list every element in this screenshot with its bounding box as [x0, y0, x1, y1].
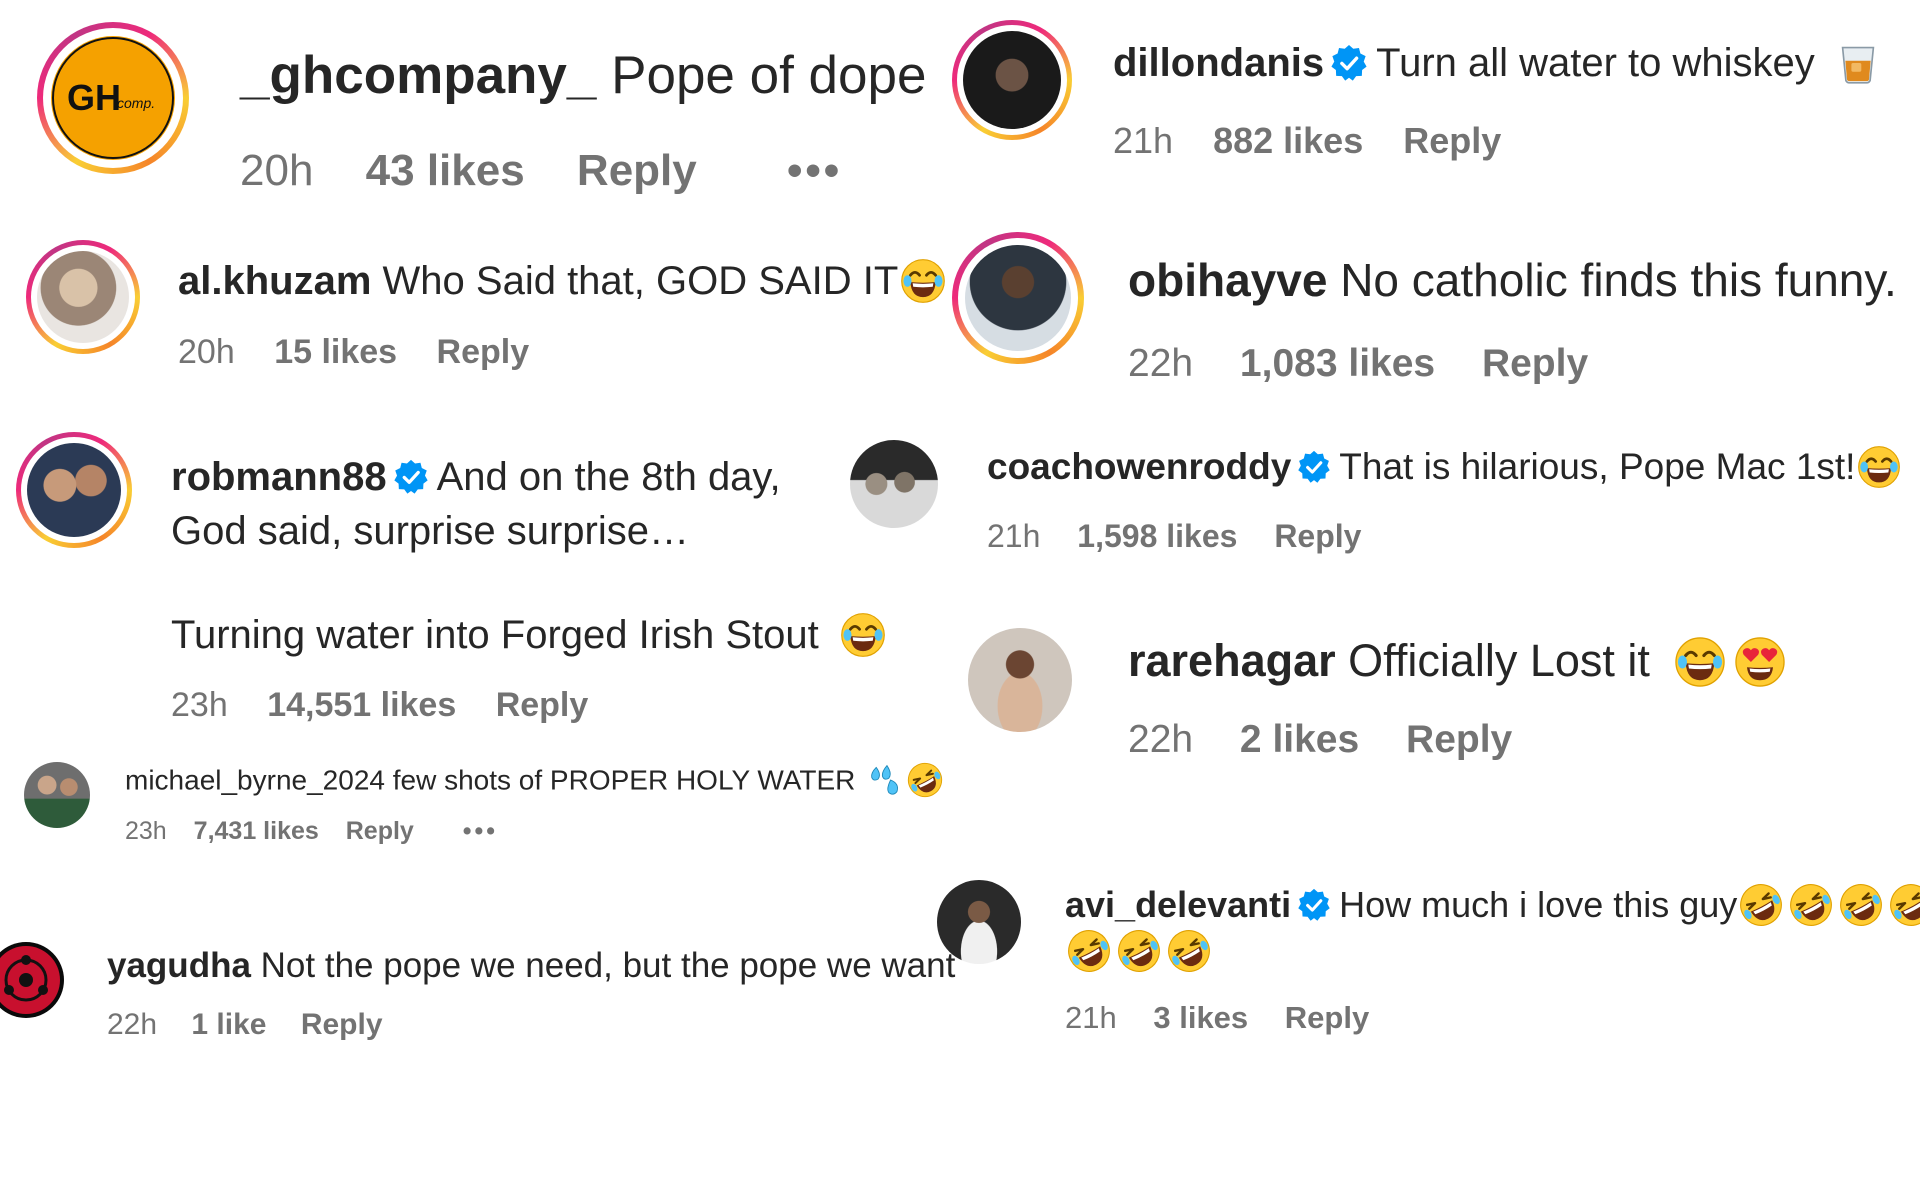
- timestamp: 21h: [1065, 1000, 1117, 1035]
- likes-count[interactable]: 2 likes: [1240, 718, 1359, 762]
- more-options-icon[interactable]: •••: [787, 146, 842, 196]
- username[interactable]: obihayve: [1128, 254, 1327, 306]
- username[interactable]: robmann88: [171, 455, 387, 499]
- avatar[interactable]: [952, 232, 1084, 364]
- reply-button[interactable]: Reply: [1482, 342, 1588, 386]
- reply-button[interactable]: Reply: [437, 333, 530, 372]
- likes-count[interactable]: 43 likes: [366, 146, 525, 196]
- avatar[interactable]: GH comp.: [37, 22, 189, 174]
- whiskey-glass-icon: [1836, 41, 1880, 85]
- comment-text-line-1: And on the 8th day,: [436, 455, 781, 499]
- ghcompany-logo: GH comp.: [52, 37, 174, 159]
- avatar[interactable]: [26, 240, 140, 354]
- likes-count[interactable]: 882 likes: [1213, 120, 1363, 162]
- likes-count[interactable]: 1,083 likes: [1240, 342, 1435, 386]
- timestamp: 23h: [125, 817, 167, 845]
- timestamp: 21h: [987, 518, 1041, 554]
- reply-button[interactable]: Reply: [1274, 518, 1361, 555]
- rofl-emoji-icon: [1067, 929, 1111, 973]
- more-options-icon[interactable]: •••: [463, 817, 498, 846]
- likes-count[interactable]: 7,431 likes: [194, 817, 319, 846]
- rofl-emoji-icon: [1739, 883, 1783, 927]
- comment-text: How much i love this guy: [1339, 884, 1738, 925]
- timestamp: 21h: [1113, 120, 1174, 161]
- timestamp: 22h: [107, 1008, 158, 1041]
- username[interactable]: coachowenroddy: [987, 446, 1291, 487]
- timestamp: 22h: [1128, 718, 1194, 761]
- comment-text: Pope of dope: [611, 46, 927, 105]
- timestamp: 20h: [240, 146, 314, 195]
- svg-text:GH: GH: [67, 77, 121, 118]
- username[interactable]: al.khuzam: [178, 259, 371, 303]
- rofl-emoji-icon: [1167, 929, 1211, 973]
- svg-text:comp.: comp.: [117, 95, 155, 111]
- username[interactable]: michael_byrne_2024: [125, 764, 385, 795]
- emoji-line: [1065, 930, 1211, 975]
- likes-count[interactable]: 1 like: [191, 1008, 266, 1042]
- likes-count[interactable]: 14,551 likes: [267, 686, 456, 725]
- verified-badge-icon: [1297, 888, 1331, 922]
- comment-text: Who Said that, GOD SAID IT: [382, 259, 899, 303]
- avatar[interactable]: [24, 762, 90, 828]
- avatar[interactable]: [0, 942, 64, 1018]
- username[interactable]: rarehagar: [1128, 635, 1336, 686]
- verified-badge-icon: [393, 459, 429, 495]
- rofl-emoji-icon: [1889, 883, 1920, 927]
- laughing-emoji-icon: [1857, 445, 1901, 489]
- reply-button[interactable]: Reply: [577, 146, 697, 196]
- reply-button[interactable]: Reply: [1285, 1000, 1369, 1036]
- comment-text: Not the pope we need, but the pope we wa…: [260, 946, 956, 985]
- reply-button[interactable]: Reply: [496, 686, 589, 725]
- rofl-emoji-icon: [1839, 883, 1883, 927]
- likes-count[interactable]: 15 likes: [274, 333, 397, 372]
- timestamp: 20h: [178, 333, 235, 371]
- avatar[interactable]: [952, 20, 1072, 140]
- likes-count[interactable]: 3 likes: [1153, 1000, 1248, 1036]
- reply-button[interactable]: Reply: [1406, 718, 1512, 762]
- username[interactable]: yagudha: [107, 946, 251, 985]
- rofl-emoji-icon: [1117, 929, 1161, 973]
- comment-text-line-3: Turning water into Forged Irish Stout: [171, 613, 819, 657]
- likes-count[interactable]: 1,598 likes: [1077, 518, 1237, 555]
- sweat-droplets-emoji-icon: [869, 762, 905, 798]
- sharingan-icon: [0, 946, 60, 1014]
- laughing-emoji-icon: [1674, 636, 1726, 688]
- comment-text: No catholic finds this funny.: [1340, 254, 1897, 306]
- username[interactable]: dillondanis: [1113, 41, 1324, 85]
- comment-text-line-2: God said, surprise surprise…: [171, 509, 689, 553]
- comment-text: Officially Lost it: [1348, 635, 1650, 686]
- reply-button[interactable]: Reply: [346, 817, 414, 846]
- reply-button[interactable]: Reply: [301, 1008, 383, 1042]
- rofl-emoji-icon: [907, 762, 943, 798]
- avatar[interactable]: [16, 432, 132, 548]
- laughing-emoji-icon: [840, 612, 886, 658]
- avatar[interactable]: [968, 628, 1072, 732]
- comment-text: few shots of PROPER HOLY WATER: [392, 764, 856, 796]
- verified-badge-icon: [1297, 450, 1331, 484]
- timestamp: 22h: [1128, 342, 1194, 385]
- timestamp: 23h: [171, 686, 228, 724]
- rofl-emoji-icon: [1789, 883, 1833, 927]
- comment-text: Turn all water to whiskey: [1376, 41, 1815, 85]
- username[interactable]: avi_delevanti: [1065, 884, 1291, 925]
- laughing-emoji-icon: [900, 258, 946, 304]
- username[interactable]: _ghcompany_: [240, 46, 596, 105]
- heart-eyes-emoji-icon: [1734, 636, 1786, 688]
- comment-text: That is hilarious, Pope Mac 1st!: [1339, 446, 1856, 487]
- reply-button[interactable]: Reply: [1403, 120, 1501, 162]
- verified-badge-icon: [1330, 44, 1368, 82]
- avatar[interactable]: [850, 440, 938, 528]
